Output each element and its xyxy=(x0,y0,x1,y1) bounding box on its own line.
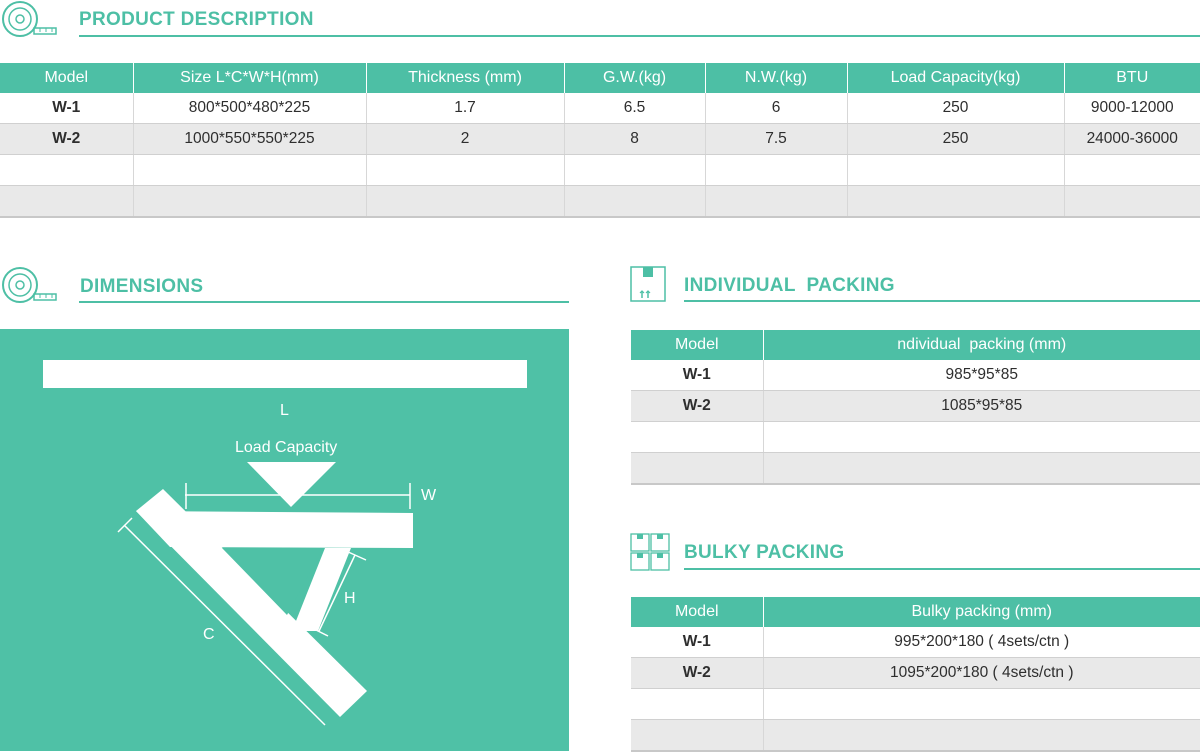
table-cell xyxy=(763,719,1200,752)
table-header-row: Model Bulky packing (mm) xyxy=(631,597,1200,627)
c-label: C xyxy=(203,626,215,643)
column-header: N.W.(kg) xyxy=(705,63,848,93)
table-cell: 1085*95*85 xyxy=(763,390,1200,422)
table-cell: W-2 xyxy=(0,123,134,155)
table-row xyxy=(631,452,1200,485)
product-description-title: PRODUCT DESCRIPTION xyxy=(79,9,314,30)
bracket-diagram xyxy=(43,360,527,726)
table-cell xyxy=(763,452,1200,485)
column-header: Size L*C*W*H(mm) xyxy=(133,63,367,93)
table-cell xyxy=(1064,154,1200,186)
table-cell: W-1 xyxy=(0,93,134,124)
table-cell xyxy=(763,688,1200,720)
dimensions-title: DIMENSIONS xyxy=(80,276,204,297)
table-cell xyxy=(1064,185,1200,218)
individual-packing-title: INDIVIDUAL PACKING xyxy=(684,275,895,296)
table-cell xyxy=(631,452,764,485)
table-cell xyxy=(564,185,706,218)
individual-packing-table: Model ndividual packing (mm) W-1 985*95*… xyxy=(631,330,1200,485)
table-cell: W-2 xyxy=(631,390,764,422)
table-cell: 995*200*180 ( 4sets/ctn ) xyxy=(763,627,1200,658)
length-label: L xyxy=(280,402,289,419)
product-description-rule xyxy=(79,35,1200,37)
column-header: BTU xyxy=(1064,63,1200,93)
column-header: ndividual packing (mm) xyxy=(763,330,1200,360)
table-cell: 8 xyxy=(564,123,706,155)
dimensions-rule xyxy=(79,301,569,303)
table-row: W-1 985*95*85 xyxy=(631,360,1200,391)
table-cell xyxy=(133,154,367,186)
table-cell: 1000*550*550*225 xyxy=(133,123,367,155)
table-cell xyxy=(0,154,134,186)
table-cell xyxy=(366,185,565,218)
table-row: W-1 995*200*180 ( 4sets/ctn ) xyxy=(631,627,1200,658)
table-cell xyxy=(705,185,848,218)
table-cell xyxy=(631,719,764,752)
table-cell: 9000-12000 xyxy=(1064,93,1200,124)
table-cell: 250 xyxy=(847,123,1065,155)
height-label: H xyxy=(344,590,356,607)
table-cell: 800*500*480*225 xyxy=(133,93,367,124)
table-cell: W-2 xyxy=(631,657,764,689)
column-header: Model xyxy=(631,597,764,627)
table-cell: W-1 xyxy=(631,360,764,391)
table-cell: 7.5 xyxy=(705,123,848,155)
column-header: Thickness (mm) xyxy=(366,63,565,93)
table-header-row: Model Size L*C*W*H(mm) Thickness (mm) G.… xyxy=(0,63,1200,93)
tape-measure-icon xyxy=(0,0,60,38)
table-cell: 24000-36000 xyxy=(1064,123,1200,155)
table-cell: 1.7 xyxy=(366,93,565,124)
column-header: Bulky packing (mm) xyxy=(763,597,1200,627)
length-bar xyxy=(43,360,527,388)
table-cell xyxy=(631,421,764,453)
table-row xyxy=(631,719,1200,752)
table-cell xyxy=(564,154,706,186)
load-capacity-label: Load Capacity xyxy=(235,439,338,456)
table-row: W-2 1000*550*550*225 2 8 7.5 250 24000-3… xyxy=(0,123,1200,155)
table-row xyxy=(0,185,1200,218)
bulky-packing-table: Model Bulky packing (mm) W-1 995*200*180… xyxy=(631,597,1200,752)
dimensions-diagram: L Load Capacity W H C xyxy=(0,329,569,751)
table-row xyxy=(631,421,1200,453)
load-arrow xyxy=(247,462,336,507)
table-row: W-2 1085*95*85 xyxy=(631,390,1200,422)
table-cell xyxy=(133,185,367,218)
table-header-row: Model ndividual packing (mm) xyxy=(631,330,1200,360)
table-row xyxy=(0,154,1200,186)
table-cell xyxy=(763,421,1200,453)
column-header: Model xyxy=(0,63,134,93)
table-cell xyxy=(847,154,1065,186)
box-icon xyxy=(630,265,666,303)
table-cell xyxy=(631,688,764,720)
boxes-icon xyxy=(630,533,670,571)
table-cell: 2 xyxy=(366,123,565,155)
table-row: W-1 800*500*480*225 1.7 6.5 6 250 9000-1… xyxy=(0,93,1200,124)
tape-measure-icon xyxy=(0,266,60,304)
table-cell xyxy=(366,154,565,186)
individual-packing-rule xyxy=(684,300,1200,302)
column-header: G.W.(kg) xyxy=(564,63,706,93)
table-cell: 985*95*85 xyxy=(763,360,1200,391)
table-cell: 250 xyxy=(847,93,1065,124)
table-cell: 1095*200*180 ( 4sets/ctn ) xyxy=(763,657,1200,689)
column-header: Load Capacity(kg) xyxy=(847,63,1065,93)
table-row xyxy=(631,688,1200,720)
table-cell: 6.5 xyxy=(564,93,706,124)
table-cell xyxy=(705,154,848,186)
column-header: Model xyxy=(631,330,764,360)
bulky-packing-title: BULKY PACKING xyxy=(684,542,845,563)
table-cell: W-1 xyxy=(631,627,764,658)
table-cell xyxy=(847,185,1065,218)
table-cell xyxy=(0,185,134,218)
table-row: W-2 1095*200*180 ( 4sets/ctn ) xyxy=(631,657,1200,689)
width-label: W xyxy=(421,487,437,504)
bulky-packing-rule xyxy=(684,568,1200,570)
product-description-table: Model Size L*C*W*H(mm) Thickness (mm) G.… xyxy=(0,63,1200,218)
table-cell: 6 xyxy=(705,93,848,124)
